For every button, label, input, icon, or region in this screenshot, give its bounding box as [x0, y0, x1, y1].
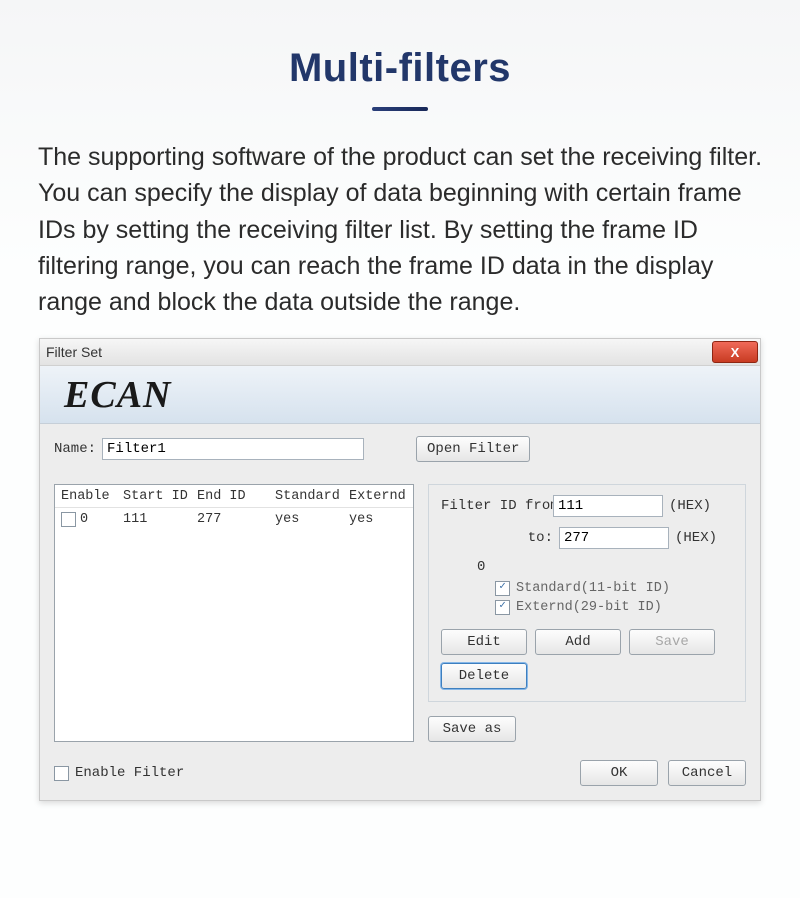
hex-label-from: (HEX)	[669, 498, 711, 514]
filter-edit-panel: Filter ID from: (HEX) to: (HEX) 0	[428, 484, 746, 702]
add-button[interactable]: Add	[535, 629, 621, 655]
hero-title: Multi-filters	[38, 0, 762, 91]
delete-button[interactable]: Delete	[441, 663, 527, 689]
externd-checkbox-label: Externd(29-bit ID)	[516, 600, 662, 615]
filter-set-dialog: Filter Set X ECAN Name: Open Filter Enab…	[39, 338, 761, 801]
zero-label: 0	[477, 559, 485, 575]
hero-description: The supporting software of the product c…	[38, 139, 762, 320]
row-enable-checkbox[interactable]	[61, 512, 76, 527]
open-filter-button[interactable]: Open Filter	[416, 436, 530, 462]
row-index: 0	[80, 512, 88, 527]
name-row: Name: Open Filter	[54, 436, 746, 462]
filter-to-input[interactable]	[559, 527, 669, 549]
save-as-button[interactable]: Save as	[428, 716, 516, 742]
enable-filter-checkbox[interactable]	[54, 766, 69, 781]
save-button[interactable]: Save	[629, 629, 715, 655]
row-start-id: 111	[123, 512, 197, 527]
filter-from-label: Filter ID from:	[441, 498, 553, 514]
ok-button[interactable]: OK	[580, 760, 658, 786]
col-end-id: End ID	[197, 489, 275, 504]
dialog-titlebar: Filter Set X	[40, 339, 760, 366]
filter-list[interactable]: Enable Start ID End ID Standard Externd …	[54, 484, 414, 742]
standard-checkbox-label: Standard(11-bit ID)	[516, 581, 670, 596]
enable-filter-label: Enable Filter	[75, 765, 184, 781]
externd-checkbox-row[interactable]: Externd(29-bit ID)	[495, 600, 733, 615]
edit-button[interactable]: Edit	[441, 629, 527, 655]
close-icon: X	[731, 345, 740, 360]
split-area: Enable Start ID End ID Standard Externd …	[54, 484, 746, 742]
standard-checkbox[interactable]	[495, 581, 510, 596]
externd-checkbox[interactable]	[495, 600, 510, 615]
row-end-id: 277	[197, 512, 275, 527]
hex-label-to: (HEX)	[675, 530, 717, 546]
col-standard: Standard	[275, 489, 349, 504]
table-row[interactable]: 0 111 277 yes yes	[55, 508, 413, 530]
col-externd: Externd	[349, 489, 409, 504]
name-input[interactable]	[102, 438, 364, 460]
row-externd: yes	[349, 512, 409, 527]
col-start-id: Start ID	[123, 489, 197, 504]
close-button[interactable]: X	[712, 341, 758, 363]
hero-underline	[372, 107, 428, 111]
col-enable: Enable	[55, 489, 123, 504]
dialog-body: Name: Open Filter Enable Start ID End ID…	[40, 424, 760, 800]
dialog-title: Filter Set	[46, 344, 102, 360]
dialog-banner: ECAN	[40, 366, 760, 424]
filter-to-label: to:	[441, 530, 559, 546]
filter-from-input[interactable]	[553, 495, 663, 517]
standard-checkbox-row[interactable]: Standard(11-bit ID)	[495, 581, 733, 596]
name-label: Name:	[54, 441, 96, 457]
enable-filter-row[interactable]: Enable Filter	[54, 765, 184, 781]
filter-list-header: Enable Start ID End ID Standard Externd	[55, 485, 413, 508]
banner-logo-text: ECAN	[64, 373, 171, 417]
cancel-button[interactable]: Cancel	[668, 760, 746, 786]
dialog-footer: Enable Filter OK Cancel	[54, 760, 746, 786]
row-standard: yes	[275, 512, 349, 527]
